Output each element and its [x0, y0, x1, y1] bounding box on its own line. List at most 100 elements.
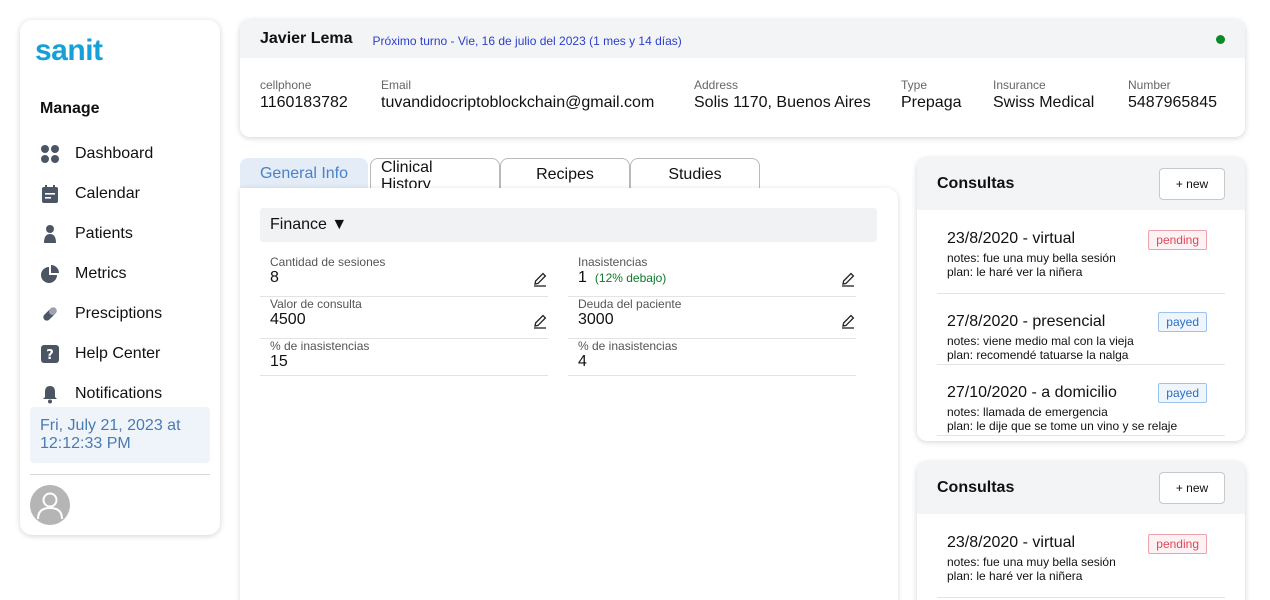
list-item[interactable]: 27/10/2020 - a domicilio notes: llamada … [937, 365, 1225, 436]
consultas-panel: Consultas + new 23/8/2020 - virtual note… [917, 158, 1245, 441]
status-badge: pending [1148, 534, 1207, 554]
consultas-header: Consultas + new [917, 462, 1245, 514]
consulta-notes: notes: fue una muy bella sesión [947, 555, 1116, 569]
consultas-title: Consultas [937, 479, 1015, 496]
new-consulta-button[interactable]: + new [1159, 168, 1225, 200]
sidebar-divider [30, 474, 210, 475]
finance-section-toggle[interactable]: Finance ▼ [260, 208, 877, 242]
consulta-plan: plan: le dije que se tome un vino y se r… [947, 419, 1178, 433]
patient-card: Javier Lema Próximo turno - Vie, 16 de j… [240, 20, 1245, 137]
user-avatar-icon [37, 492, 63, 520]
field-type: Type Prepaga [901, 78, 962, 112]
field-label: Number [1128, 78, 1171, 92]
field-value: 5487965845 [1128, 94, 1217, 111]
sidebar-item-label: Patients [75, 225, 133, 242]
svg-text:?: ? [46, 348, 54, 363]
tab-label: General Info [259, 165, 349, 182]
consultas-panel-2: Consultas + new 23/8/2020 - virtual note… [917, 462, 1245, 600]
list-item[interactable]: 23/8/2020 - virtual notes: fue una muy b… [937, 210, 1225, 294]
sidebar: sanit Manage Dashboard Calendar Patients… [20, 20, 220, 535]
field-label: Deuda del paciente [578, 297, 682, 311]
field-label: Email [381, 78, 412, 92]
field-value: 1160183782 [260, 94, 348, 111]
field-label: Address [694, 78, 739, 92]
field-address: Address Solis 1170, Buenos Aires [694, 78, 871, 112]
avatar[interactable] [30, 485, 70, 525]
field-value: 1 (12% debajo) [578, 269, 667, 286]
edit-icon[interactable] [532, 271, 548, 287]
consulta-notes: notes: llamada de emergencia [947, 405, 1108, 419]
next-appointment: Próximo turno - Vie, 16 de julio del 202… [372, 33, 682, 48]
edit-icon[interactable] [840, 313, 856, 329]
sidebar-item-metrics[interactable]: Metrics [40, 254, 210, 294]
field-value: Solis 1170, Buenos Aires [694, 94, 871, 111]
status-badge: payed [1158, 383, 1207, 403]
status-indicator [1216, 35, 1225, 44]
field-label: Type [901, 78, 928, 92]
sanit-logo[interactable]: sanit [35, 34, 103, 68]
consulta-plan: plan: recomendé tatuarse la nalga [947, 348, 1129, 362]
edit-icon[interactable] [840, 271, 856, 287]
sidebar-item-prescriptions[interactable]: Presciptions [40, 294, 210, 334]
field-value: tuvandidocriptoblockchain@gmail.com [381, 94, 655, 111]
patient-card-header: Javier Lema Próximo turno - Vie, 16 de j… [240, 20, 1245, 58]
sidebar-item-label: Calendar [75, 185, 140, 202]
tab-recipes[interactable]: Recipes [500, 158, 630, 188]
field-value: 15 [270, 353, 288, 370]
tab-general-info[interactable]: General Info [240, 158, 368, 188]
field-label: Inasistencias [578, 255, 648, 269]
status-badge: pending [1148, 230, 1207, 250]
field-label: cellphone [260, 78, 312, 92]
question-icon: ? [40, 344, 60, 364]
finance-field-pct-inasistencias-2: % de inasistencias 4 [568, 339, 856, 376]
field-value: 4 [578, 353, 587, 370]
sidebar-item-calendar[interactable]: Calendar [40, 174, 210, 214]
field-label: % de inasistencias [578, 339, 678, 353]
sidebar-item-label: Metrics [75, 265, 127, 282]
finance-field-inasistencias: Inasistencias 1 (12% debajo) [568, 255, 856, 297]
sidebar-item-label: Presciptions [75, 305, 163, 322]
field-label: Insurance [993, 78, 1046, 92]
patient-fields: cellphone 1160183782 Email tuvandidocrip… [240, 78, 1245, 118]
consulta-plan: plan: le haré ver la niñera [947, 569, 1083, 583]
sidebar-item-help-center[interactable]: ? Help Center [40, 334, 210, 374]
patient-name: Javier Lema [260, 30, 353, 47]
calendar-icon [40, 184, 60, 204]
status-badge: payed [1158, 312, 1207, 332]
finance-field-valor-consulta: Valor de consulta 4500 [260, 297, 548, 339]
sidebar-item-patients[interactable]: Patients [40, 214, 210, 254]
sidebar-nav: Dashboard Calendar Patients Metrics Pres… [40, 134, 210, 414]
current-datetime: Fri, July 21, 2023 at 12:12:33 PM [30, 407, 210, 463]
tab-clinical-history[interactable]: Clinical History [370, 158, 500, 193]
field-number: Number 5487965845 [1128, 78, 1217, 112]
tab-studies[interactable]: Studies [630, 158, 760, 188]
consultas-list: 23/8/2020 - virtual notes: fue una muy b… [917, 514, 1245, 598]
consulta-plan: plan: le haré ver la niñera [947, 265, 1083, 279]
general-info-panel: Finance ▼ Cantidad de sesiones 8 Inasist… [240, 188, 898, 600]
edit-icon[interactable] [532, 313, 548, 329]
sidebar-item-dashboard[interactable]: Dashboard [40, 134, 210, 174]
consulta-notes: notes: viene medio mal con la vieja [947, 334, 1134, 348]
dashboard-icon [40, 144, 60, 164]
field-value: 8 [270, 269, 279, 286]
field-label: Cantidad de sesiones [270, 255, 386, 269]
pill-icon [40, 304, 60, 324]
bell-icon [40, 384, 60, 404]
new-consulta-button[interactable]: + new [1159, 472, 1225, 504]
tab-label: Recipes [536, 166, 594, 183]
finance-field-sesiones: Cantidad de sesiones 8 [260, 255, 548, 297]
finance-field-pct-inasistencias: % de inasistencias 15 [260, 339, 548, 376]
field-note: (12% debajo) [594, 271, 667, 285]
user-icon [40, 224, 60, 244]
consultas-header: Consultas + new [917, 158, 1245, 210]
pie-chart-icon [40, 264, 60, 284]
list-item[interactable]: 27/8/2020 - presencial notes: viene medi… [937, 294, 1225, 365]
sidebar-item-label: Dashboard [75, 145, 154, 162]
field-insurance: Insurance Swiss Medical [993, 78, 1094, 112]
field-value: 4500 [270, 311, 306, 328]
field-label: % de inasistencias [270, 339, 370, 353]
field-cellphone: cellphone 1160183782 [260, 78, 348, 112]
list-item[interactable]: 23/8/2020 - virtual notes: fue una muy b… [937, 514, 1225, 598]
field-value: Swiss Medical [993, 94, 1095, 111]
field-label: Valor de consulta [270, 297, 362, 311]
